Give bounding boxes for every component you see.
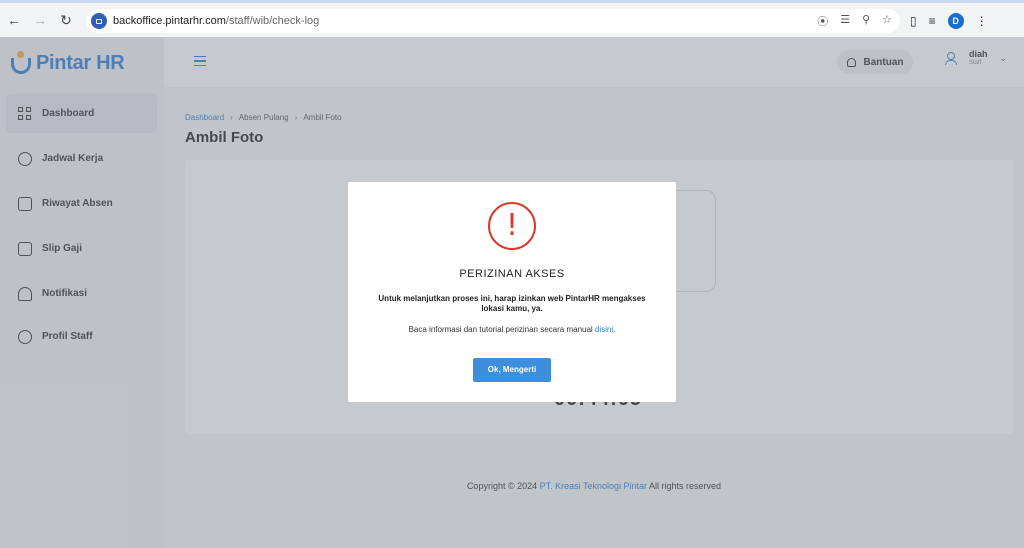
zoom-icon[interactable]: ⚲ (862, 13, 870, 29)
reading-list-icon[interactable]: ≡ (929, 14, 936, 28)
ok-button[interactable]: Ok, Mengerti (473, 358, 551, 382)
url-actions: ⦿ ☰ ⚲ ☆ (817, 13, 892, 29)
modal-info-text: Baca informasi dan tutorial perizinan se… (408, 325, 595, 334)
modal-info-link[interactable]: disini (595, 325, 613, 334)
browser-actions: ▯ ≡ D ⋮ (910, 13, 988, 29)
forward-icon[interactable]: → (28, 8, 52, 32)
reload-icon[interactable]: ↻ (54, 8, 78, 32)
extensions-icon[interactable]: ▯ (910, 14, 917, 28)
modal-message: Untuk melanjutkan proses ini, harap izin… (378, 294, 646, 313)
bookmark-star-icon[interactable]: ☆ (882, 13, 892, 29)
url-path: /staff/wib/check-log (225, 15, 320, 27)
permission-modal: ! PERIZINAN AKSES Untuk melanjutkan pros… (348, 182, 676, 402)
modal-info-suffix: . (613, 325, 616, 334)
location-blocked-icon[interactable]: ⦿ (817, 13, 828, 29)
url-host: backoffice.pintarhr.com (113, 15, 226, 27)
back-icon[interactable]: ← (2, 8, 26, 32)
address-bar[interactable]: backoffice.pintarhr.com/staff/wib/check-… (86, 9, 900, 33)
url-text[interactable]: backoffice.pintarhr.com/staff/wib/check-… (113, 15, 319, 27)
profile-avatar[interactable]: D (947, 13, 964, 29)
browser-menu-icon[interactable]: ⋮ (976, 14, 988, 28)
translate-icon[interactable]: ☰ (840, 13, 850, 29)
modal-title: PERIZINAN AKSES (459, 268, 565, 280)
exclamation-icon: ! (488, 202, 536, 250)
modal-info: Baca informasi dan tutorial perizinan se… (348, 325, 676, 334)
site-info-icon[interactable] (91, 13, 107, 29)
browser-toolbar: ← → ↻ backoffice.pintarhr.com/staff/wib/… (0, 0, 1024, 37)
